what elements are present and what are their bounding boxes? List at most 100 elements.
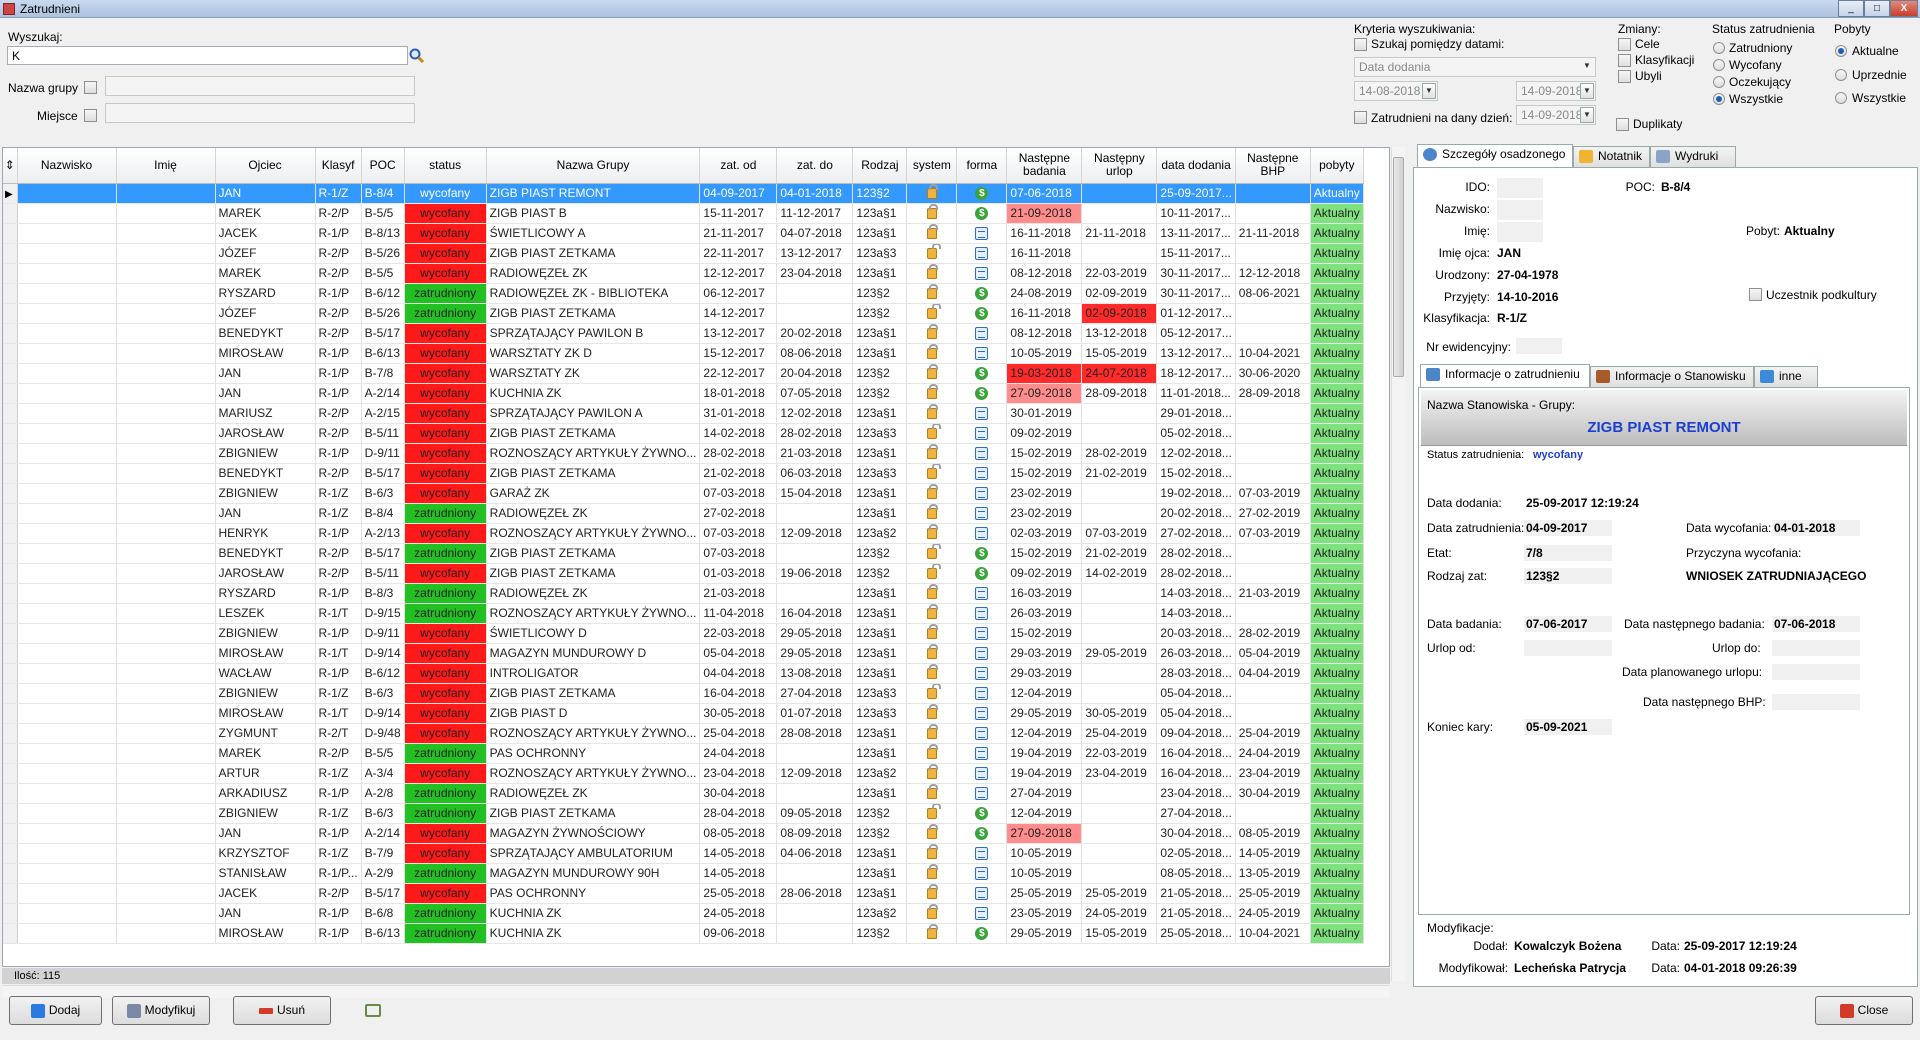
row-selector[interactable] (3, 443, 18, 464)
departed-checkbox[interactable] (1618, 70, 1631, 83)
row-selector[interactable] (3, 863, 18, 884)
status-withdrawn-radio[interactable] (1713, 59, 1725, 71)
row-selector[interactable] (3, 363, 18, 384)
column-header[interactable]: forma (956, 148, 1008, 184)
table-row[interactable]: JAN R-1/P A-2/14 wycofany KUCHNIA ZK 18-01-20… (3, 383, 1364, 404)
stays-all-radio[interactable] (1835, 92, 1847, 104)
table-row[interactable]: HENRYK R-1/P A-2/13 wycofany ROZNOSZĄCY ARTY… (3, 523, 1364, 544)
cart-icon[interactable] (365, 1004, 381, 1017)
table-row[interactable]: ZBIGNIEW R-1/Z B-6/3 zatrudniony ZIGB PIAST … (3, 803, 1364, 824)
subtab-position[interactable]: Informacje o Stanowisku (1590, 366, 1754, 387)
table-row[interactable]: BENEDYKT R-2/P B-5/17 wycofany ZIGB PIAST ZE… (3, 463, 1364, 484)
subtab-employment[interactable]: Informacje o zatrudnieniu (1420, 364, 1590, 387)
employees-grid[interactable]: ⇕ Nazwisko Imię Ojciec Klasyf POC status Nazwa… (2, 147, 1390, 967)
table-row[interactable]: MAREK R-2/P B-5/5 zatrudniony PAS OCHRONNY 24… (3, 743, 1364, 764)
row-selector[interactable] (3, 403, 18, 424)
table-row[interactable]: RYSZARD R-1/P B-8/3 zatrudniony RADIOWĘZEŁ Z… (3, 583, 1364, 604)
table-row[interactable]: MIROSŁAW R-1/T D-9/14 wycofany ZIGB PIAST D3… (3, 703, 1364, 724)
employed-on-day-checkbox[interactable] (1354, 111, 1367, 124)
tab-details[interactable]: Szczegóły osadzonego (1417, 144, 1573, 167)
table-row[interactable]: KRZYSZTOF R-1/Z B-7/9 wycofany SPRZĄTAJĄCY A… (3, 843, 1364, 864)
table-row[interactable]: ZBIGNIEW R-1/P D-9/11 wycofany ŚWIETLICOWY D… (3, 623, 1364, 644)
table-row[interactable]: MAREK R-2/P B-5/5 wycofany RADIOWĘZEŁ ZK 12-1… (3, 263, 1364, 284)
subculture-checkbox[interactable] (1749, 288, 1762, 301)
row-selector[interactable] (3, 243, 18, 264)
table-row[interactable]: MIROSŁAW R-1/T D-9/14 wycofany MAGAZYN MUNDU… (3, 643, 1364, 664)
table-row[interactable]: RYSZARD R-1/P B-6/12 zatrudniony RADIOWĘZEŁ … (3, 283, 1364, 304)
column-header[interactable]: Nazwisko (17, 148, 117, 184)
column-header[interactable]: pobyty (1310, 148, 1364, 184)
column-header[interactable]: Nazwa Grupy (486, 148, 701, 184)
row-selector[interactable] (3, 483, 18, 504)
column-header[interactable]: Klasyf (315, 148, 362, 184)
table-row[interactable]: MIROSŁAW R-1/P B-6/13 zatrudniony KUCHNIA ZK… (3, 923, 1364, 944)
row-selector[interactable] (3, 643, 18, 664)
add-button[interactable]: Dodaj (9, 996, 102, 1025)
row-selector[interactable] (3, 723, 18, 744)
column-header[interactable]: status (404, 148, 487, 184)
table-row[interactable]: JAROSŁAW R-2/P B-5/11 wycofany ZIGB PIAST ZE… (3, 423, 1364, 444)
row-selector[interactable] (3, 283, 18, 304)
table-row[interactable]: ARTUR R-1/Z A-3/4 wycofany ROZNOSZĄCY ARTYKU… (3, 763, 1364, 784)
row-selector[interactable] (3, 383, 18, 404)
search-input[interactable]: K (7, 46, 408, 65)
horizontal-scrollbar[interactable] (2, 985, 1390, 998)
column-header[interactable]: Następne badania (1006, 148, 1083, 184)
tab-notes[interactable]: Notatnik (1573, 146, 1650, 167)
column-header[interactable]: system (906, 148, 958, 184)
column-header[interactable]: zat. od (699, 148, 778, 184)
maximize-button[interactable]: □ (1864, 0, 1890, 17)
table-row[interactable]: BENEDYKT R-2/P B-5/17 wycofany SPRZĄTAJĄCY P… (3, 323, 1364, 344)
table-row[interactable]: JACEK R-2/P B-5/17 wycofany PAS OCHRONNY 25-0… (3, 883, 1364, 904)
status-all-radio[interactable] (1713, 93, 1725, 105)
table-row[interactable]: MIROSŁAW R-1/P B-6/13 wycofany WARSZTATY ZK … (3, 343, 1364, 364)
row-selector[interactable] (3, 563, 18, 584)
place-checkbox[interactable] (84, 109, 97, 122)
table-row[interactable]: JAN R-1/P B-6/8 zatrudniony KUCHNIA ZK 24-05-… (3, 903, 1364, 924)
vertical-scrollbar[interactable] (1391, 147, 1405, 981)
column-header[interactable]: Następny urlop (1081, 148, 1158, 184)
delete-button[interactable]: Usuń (233, 996, 331, 1025)
column-header[interactable]: Imię (116, 148, 216, 184)
table-row[interactable]: STANISŁAW R-1/P... A-2/9 zatrudniony MAGAZYN… (3, 863, 1364, 884)
table-row[interactable]: JANR-1/ZB-8/4wycofanyZIGB PIAST REMONT04… (3, 183, 1364, 204)
column-header[interactable]: POC (361, 148, 405, 184)
group-name-checkbox[interactable] (84, 81, 97, 94)
table-row[interactable]: JAROSŁAW R-2/P B-5/11 wycofany ZIGB PIAST ZE… (3, 563, 1364, 584)
column-header[interactable]: Następne BHP (1235, 148, 1311, 184)
stays-previous-radio[interactable] (1835, 69, 1847, 81)
row-selector[interactable] (3, 263, 18, 284)
row-selector[interactable] (3, 203, 18, 224)
table-row[interactable]: ZBIGNIEW R-1/Z B-6/3 wycofany ZIGB PIAST ZET… (3, 683, 1364, 704)
row-selector[interactable] (3, 683, 18, 704)
table-row[interactable]: ZBIGNIEW R-1/P D-9/11 wycofany ROZNOSZĄCY AR… (3, 443, 1364, 464)
row-selector[interactable] (3, 583, 18, 604)
between-dates-checkbox[interactable] (1354, 38, 1367, 51)
modify-button[interactable]: Modyfikuj (112, 996, 210, 1025)
classifications-checkbox[interactable] (1618, 54, 1631, 67)
row-selector[interactable] (3, 763, 18, 784)
row-selector[interactable] (3, 423, 18, 444)
table-row[interactable]: JAN R-1/Z B-8/4 zatrudniony RADIOWĘZEŁ ZK 27-… (3, 503, 1364, 524)
row-selector[interactable] (3, 503, 18, 524)
row-selector[interactable] (3, 223, 18, 244)
table-row[interactable]: ARKADIUSZ R-1/P A-2/8 zatrudniony RADIOWĘZEŁ… (3, 783, 1364, 804)
table-row[interactable]: WACŁAW R-1/P B-6/12 wycofany INTROLIGATOR 04-… (3, 663, 1364, 684)
row-selector[interactable] (3, 543, 18, 564)
minimize-button[interactable]: _ (1838, 0, 1864, 17)
column-header[interactable]: zat. do (776, 148, 854, 184)
row-selector[interactable] (3, 703, 18, 724)
subtab-other[interactable]: inne (1754, 366, 1818, 387)
tab-printouts[interactable]: Wydruki (1650, 146, 1736, 167)
row-selector[interactable] (3, 903, 18, 924)
table-row[interactable]: JÓZEF R-2/P B-5/26 zatrudniony ZIGB PIAST ZE… (3, 303, 1364, 324)
row-selector[interactable] (3, 323, 18, 344)
column-header[interactable]: data dodania (1156, 148, 1236, 184)
table-row[interactable]: MAREK R-2/P B-5/5 wycofany ZIGB PIAST B 15-11… (3, 203, 1364, 224)
search-icon[interactable] (409, 48, 425, 64)
table-row[interactable]: JÓZEF R-2/P B-5/26 wycofany ZIGB PIAST ZETKA… (3, 243, 1364, 264)
sort-icon[interactable]: ⇕ (3, 148, 18, 184)
row-selector[interactable] (3, 843, 18, 864)
row-selector[interactable] (3, 183, 18, 204)
status-waiting-radio[interactable] (1713, 76, 1725, 88)
